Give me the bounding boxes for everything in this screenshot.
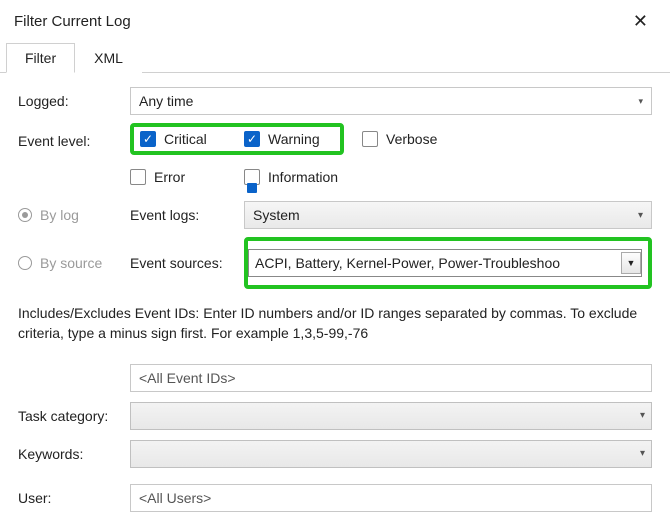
radio-icon: [18, 256, 32, 270]
highlight-levels: ✓ Critical ✓ Warning: [130, 123, 344, 155]
checkbox-verbose[interactable]: Verbose: [362, 131, 452, 147]
chevron-down-icon: ▾: [640, 410, 645, 421]
checkbox-information[interactable]: Information: [244, 169, 338, 185]
event-ids-input[interactable]: <All Event IDs>: [130, 364, 652, 392]
user-input[interactable]: <All Users>: [130, 484, 652, 512]
user-placeholder: <All Users>: [139, 490, 211, 506]
task-category-select[interactable]: ▾: [130, 402, 652, 430]
tab-filter[interactable]: Filter: [6, 43, 75, 73]
radio-by-source-label: By source: [40, 255, 102, 271]
event-sources-value: ACPI, Battery, Kernel-Power, Power-Troub…: [255, 255, 617, 271]
radio-by-log[interactable]: By log: [18, 207, 126, 223]
triangle-down-icon: ▼: [627, 258, 636, 268]
keywords-select[interactable]: ▾: [130, 440, 652, 468]
label-event-sources: Event sources:: [130, 255, 238, 271]
chevron-down-icon: ▾: [638, 210, 643, 221]
label-user: User:: [18, 490, 130, 506]
label-event-level: Event level:: [18, 123, 130, 149]
radio-by-log-label: By log: [40, 207, 79, 223]
check-icon: ✓: [140, 131, 156, 147]
check-icon: ✓: [244, 131, 260, 147]
event-logs-select[interactable]: System ▾: [244, 201, 652, 229]
checkbox-icon: [244, 169, 260, 185]
label-logged: Logged:: [18, 93, 130, 109]
checkbox-critical[interactable]: ✓ Critical: [140, 131, 230, 147]
dropdown-button[interactable]: ▼: [621, 252, 641, 274]
checkbox-warning-label: Warning: [268, 131, 320, 147]
chevron-down-icon: ▾: [638, 96, 643, 107]
label-task-category: Task category:: [18, 408, 130, 424]
highlight-sources: ACPI, Battery, Kernel-Power, Power-Troub…: [244, 237, 652, 289]
logged-select[interactable]: Any time ▾: [130, 87, 652, 115]
event-ids-help-text: Includes/Excludes Event IDs: Enter ID nu…: [18, 303, 652, 344]
tabs: Filter XML: [0, 42, 670, 73]
checkbox-error-label: Error: [154, 169, 185, 185]
checkbox-icon: [130, 169, 146, 185]
label-keywords: Keywords:: [18, 446, 130, 462]
dialog-title: Filter Current Log: [14, 13, 131, 30]
label-event-logs: Event logs:: [130, 207, 238, 223]
event-sources-select[interactable]: ACPI, Battery, Kernel-Power, Power-Troub…: [248, 249, 642, 277]
event-logs-value: System: [253, 207, 300, 223]
checkbox-icon: [362, 131, 378, 147]
checkbox-information-label: Information: [268, 169, 338, 185]
radio-icon: [18, 208, 32, 222]
checkbox-warning[interactable]: ✓ Warning: [244, 131, 334, 147]
radio-by-source[interactable]: By source: [18, 255, 126, 271]
event-ids-placeholder: <All Event IDs>: [139, 370, 236, 386]
logged-select-value: Any time: [139, 93, 193, 109]
checkbox-critical-label: Critical: [164, 131, 207, 147]
checkbox-verbose-label: Verbose: [386, 131, 437, 147]
checkbox-error[interactable]: Error: [130, 169, 220, 185]
tab-xml[interactable]: XML: [75, 43, 142, 73]
chevron-down-icon: ▾: [640, 448, 645, 459]
close-icon[interactable]: ✕: [627, 10, 654, 32]
